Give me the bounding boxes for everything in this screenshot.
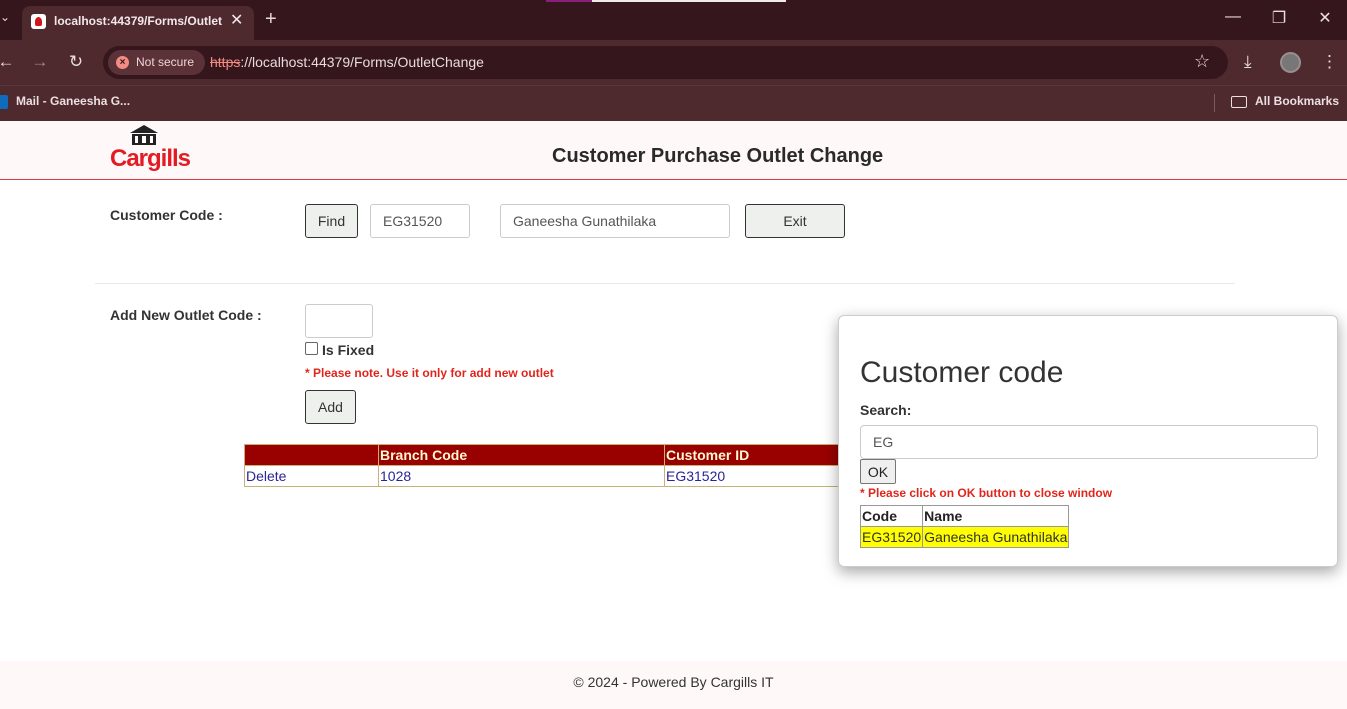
is-fixed-checkbox[interactable] (305, 342, 318, 355)
search-input[interactable]: EG (860, 425, 1318, 459)
dialog-title: Customer code (860, 356, 1064, 389)
results-header-name: Name (922, 505, 1070, 527)
find-button[interactable]: Find (305, 204, 358, 238)
ok-button[interactable]: OK (860, 459, 896, 484)
download-icon[interactable]: ⤓ (1244, 52, 1252, 72)
section-divider (95, 283, 1235, 284)
table-row[interactable]: EG31520 Ganeesha Gunathilaka (859, 526, 1070, 548)
bookmark-divider (1214, 94, 1215, 112)
not-secure-chip[interactable]: × Not secure (108, 50, 205, 75)
add-button[interactable]: Add (305, 390, 356, 424)
result-code-cell[interactable]: EG31520 (859, 526, 924, 548)
tab-group-indicator (546, 0, 786, 2)
customer-code-label: Customer Code : (110, 207, 223, 223)
warning-icon: × (116, 56, 129, 69)
results-header-code: Code (859, 505, 924, 527)
table-row: Delete 1028 EG31520 (244, 465, 839, 487)
restore-icon[interactable]: ❐ (1264, 8, 1294, 28)
logo-text: Cargills (110, 145, 191, 172)
folder-icon (1231, 96, 1247, 108)
back-icon[interactable]: ← (0, 52, 16, 72)
outlet-note: * Please note. Use it only for add new o… (305, 366, 554, 380)
url-path: ://localhost:44379/Forms/OutletChange (240, 54, 484, 70)
is-fixed-label: Is Fixed (322, 342, 375, 358)
new-tab-icon[interactable]: + (265, 8, 277, 31)
customer-code-dialog: Customer code Search: EG OK * Please cli… (838, 315, 1338, 567)
forward-icon[interactable]: → (30, 52, 50, 72)
tab-close-icon[interactable]: ✕ (230, 10, 243, 30)
bookmarks-bar: Mail - Ganeesha G... All Bookmarks (0, 85, 1347, 121)
minimize-icon[interactable]: — (1218, 8, 1248, 26)
window-close-icon[interactable]: ✕ (1310, 8, 1340, 28)
outlook-icon (0, 95, 8, 109)
grid-header-row: Branch Code Customer ID (244, 444, 839, 466)
address-bar[interactable]: × Not secure https://localhost:44379/For… (103, 46, 1228, 79)
not-secure-label: Not secure (136, 55, 195, 69)
bookmark-star-icon[interactable]: ☆ (1194, 51, 1210, 72)
url-text[interactable]: https://localhost:44379/Forms/OutletChan… (210, 54, 484, 70)
browser-tab[interactable]: localhost:44379/Forms/OutletChange ✕ (22, 6, 254, 40)
delete-link[interactable]: Delete (244, 465, 379, 487)
search-results-table: Code Name EG31520 Ganeesha Gunathilaka (859, 505, 1070, 548)
page-footer: © 2024 - Powered By Cargills IT (0, 661, 1347, 709)
url-scheme: https (210, 54, 241, 70)
tab-search-icon[interactable]: ⌄ (0, 10, 10, 30)
exit-button[interactable]: Exit (745, 204, 845, 238)
search-label: Search: (860, 402, 912, 418)
branch-code-cell: 1028 (378, 465, 665, 487)
new-outlet-code-label: Add New Outlet Code : (110, 307, 262, 323)
outlet-code-input[interactable] (305, 304, 373, 338)
results-header-row: Code Name (859, 505, 1070, 527)
tab-title: localhost:44379/Forms/OutletChange (54, 14, 222, 28)
building-icon (130, 125, 158, 145)
customer-code-input[interactable]: EG31520 (370, 204, 470, 238)
grid-header-customer-id: Customer ID (664, 444, 839, 466)
profile-avatar[interactable] (1280, 52, 1301, 73)
outlet-grid: Branch Code Customer ID Delete 1028 EG31… (244, 444, 839, 487)
grid-header-branch-code: Branch Code (378, 444, 665, 466)
bookmark-mail[interactable]: Mail - Ganeesha G... (16, 94, 130, 108)
browser-tabstrip: ⌄ localhost:44379/Forms/OutletChange ✕ +… (0, 0, 1347, 40)
cargills-logo: Cargills (110, 125, 191, 173)
result-name-cell[interactable]: Ganeesha Gunathilaka (922, 526, 1070, 548)
page-title: Customer Purchase Outlet Change (552, 145, 884, 167)
footer-text: © 2024 - Powered By Cargills IT (573, 674, 774, 690)
reload-icon[interactable]: ↻ (66, 52, 86, 72)
grid-header-action (244, 444, 379, 466)
dialog-note: * Please click on OK button to close win… (860, 486, 1113, 500)
customer-name-input[interactable]: Ganeesha Gunathilaka (500, 204, 730, 238)
all-bookmarks[interactable]: All Bookmarks (1255, 94, 1339, 108)
page-header: Cargills Customer Purchase Outlet Change (0, 121, 1347, 180)
browser-toolbar: ← → ↻ × Not secure https://localhost:443… (0, 40, 1347, 85)
favicon-icon (31, 14, 46, 29)
customer-id-cell: EG31520 (664, 465, 839, 487)
menu-icon[interactable]: ⋮ (1321, 52, 1338, 72)
